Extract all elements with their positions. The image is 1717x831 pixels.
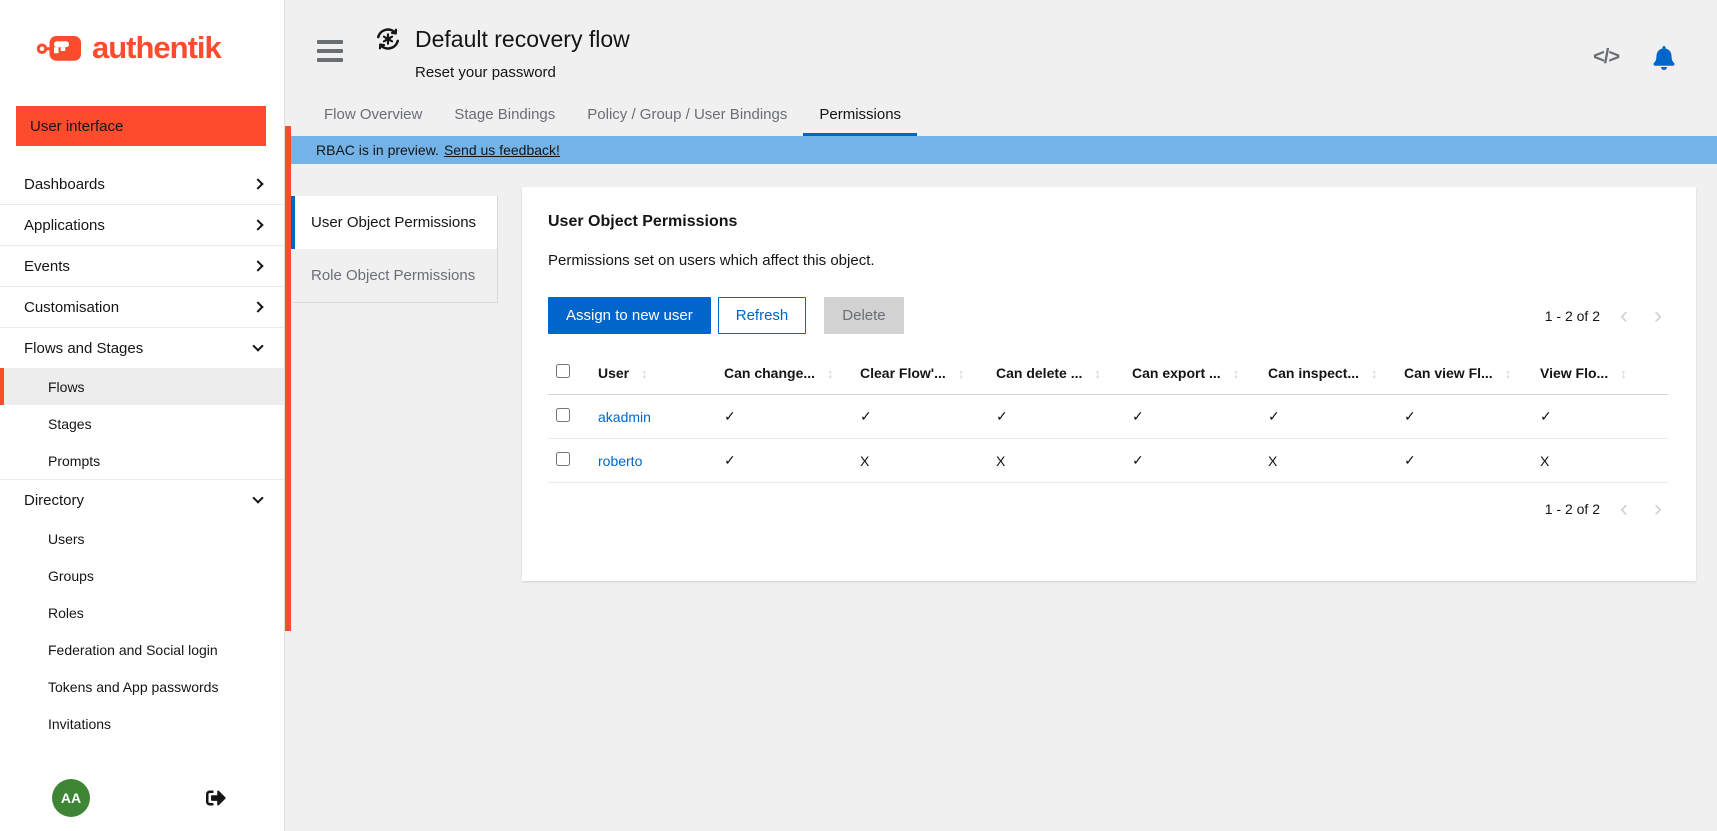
delete-button[interactable]: Delete	[824, 297, 903, 334]
tab-flow-overview[interactable]: Flow Overview	[308, 95, 438, 136]
sidebar-item-groups[interactable]: Groups	[0, 557, 284, 594]
tab-policy-group-user-bindings[interactable]: Policy / Group / User Bindings	[571, 95, 803, 136]
sidebar-footer: AA	[0, 779, 284, 817]
sidebar-item-customisation[interactable]: Customisation	[0, 287, 284, 327]
chevron-right-icon	[252, 301, 263, 312]
perm-cell: X	[852, 439, 988, 483]
api-code-icon[interactable]: </>	[1593, 46, 1619, 69]
toolbar: Assign to new user Refresh Delete 1 - 2 …	[548, 297, 1668, 334]
sidebar-item-events[interactable]: Events	[0, 246, 284, 286]
avatar[interactable]: AA	[52, 779, 90, 817]
main-area: Default recovery flow Reset your passwor…	[291, 0, 1717, 831]
sort-icon[interactable]: ↕	[641, 366, 648, 381]
previous-page-icon[interactable]: ‹	[1614, 502, 1634, 516]
user-link-roberto[interactable]: roberto	[598, 453, 642, 469]
assign-to-new-user-button[interactable]: Assign to new user	[548, 297, 711, 334]
perm-cell: ✓	[1396, 439, 1532, 483]
subtab-role-object-permissions[interactable]: Role Object Permissions	[291, 249, 498, 303]
next-page-icon[interactable]: ›	[1648, 309, 1668, 323]
perm-cell: X	[1532, 439, 1668, 483]
topbar: Default recovery flow Reset your passwor…	[291, 0, 1717, 81]
perm-cell: ✓	[1260, 395, 1396, 439]
perm-cell: ✓	[1124, 439, 1260, 483]
chevron-down-icon	[252, 340, 263, 351]
pagination-top: 1 - 2 of 2 ‹ ›	[1545, 308, 1668, 324]
sort-icon[interactable]: ↕	[958, 366, 965, 381]
perm-cell: X	[988, 439, 1124, 483]
page-subtitle: Reset your password	[415, 64, 630, 81]
table-header-row: User↕ Can change...↕ Clear Flow'...↕ Can…	[548, 352, 1668, 395]
tab-bar: Flow Overview Stage Bindings Policy / Gr…	[291, 95, 1717, 136]
perm-cell: ✓	[716, 395, 852, 439]
user-object-permissions-card: User Object Permissions Permissions set …	[522, 187, 1696, 581]
chevron-right-icon	[252, 178, 263, 189]
sidebar-item-federation[interactable]: Federation and Social login	[0, 631, 284, 668]
logo-wordmark: authentik	[92, 30, 221, 66]
sidebar-item-user-interface[interactable]: User interface	[16, 106, 266, 146]
sidebar-item-stages[interactable]: Stages	[0, 405, 284, 442]
perm-cell: ✓	[716, 439, 852, 483]
table-row: akadmin ✓ ✓ ✓ ✓ ✓ ✓ ✓	[548, 395, 1668, 439]
rbac-preview-banner: RBAC is in preview. Send us feedback!	[291, 136, 1717, 164]
chevron-right-icon	[252, 219, 263, 230]
authentik-logo[interactable]: authentik	[0, 0, 284, 66]
row-checkbox[interactable]	[556, 452, 570, 466]
sort-icon[interactable]: ↕	[1620, 366, 1627, 381]
sidebar-accent-stripe	[285, 126, 291, 631]
banner-text: RBAC is in preview.	[316, 142, 439, 158]
page-title: Default recovery flow	[415, 26, 630, 53]
refresh-button[interactable]: Refresh	[718, 297, 807, 334]
sidebar-nav: Dashboards Applications Events Customisa…	[0, 164, 284, 742]
select-all-checkbox[interactable]	[556, 364, 570, 378]
pagination-range: 1 - 2 of 2	[1545, 501, 1600, 517]
sort-icon[interactable]: ↕	[1371, 366, 1378, 381]
sidebar-item-directory[interactable]: Directory	[0, 480, 284, 520]
sidebar-item-users[interactable]: Users	[0, 520, 284, 557]
perm-cell: ✓	[1124, 395, 1260, 439]
content-area: User Object Permissions Role Object Perm…	[291, 164, 1717, 831]
perm-cell: ✓	[1396, 395, 1532, 439]
sidebar-item-prompts[interactable]: Prompts	[0, 442, 284, 479]
sidebar-item-dashboards[interactable]: Dashboards	[0, 164, 284, 204]
user-link-akadmin[interactable]: akadmin	[598, 409, 651, 425]
sidebar-item-invitations[interactable]: Invitations	[0, 705, 284, 742]
sort-icon[interactable]: ↕	[827, 366, 834, 381]
pagination-bottom: 1 - 2 of 2 ‹ ›	[1545, 501, 1668, 517]
chevron-down-icon	[252, 492, 263, 503]
sidebar-item-applications[interactable]: Applications	[0, 205, 284, 245]
permission-subtabs: User Object Permissions Role Object Perm…	[291, 196, 498, 303]
sidebar: authentik User interface Dashboards Appl…	[0, 0, 285, 831]
row-checkbox[interactable]	[556, 408, 570, 422]
perm-cell: ✓	[1532, 395, 1668, 439]
table-row: roberto ✓ X X ✓ X ✓ X	[548, 439, 1668, 483]
perm-cell: ✓	[988, 395, 1124, 439]
permissions-table: User↕ Can change...↕ Clear Flow'...↕ Can…	[548, 352, 1668, 483]
authentik-key-icon	[36, 32, 84, 64]
hamburger-menu-icon[interactable]	[317, 40, 343, 81]
chevron-right-icon	[252, 260, 263, 271]
sign-out-icon[interactable]	[206, 788, 226, 808]
sort-icon[interactable]: ↕	[1094, 366, 1101, 381]
sidebar-item-flows[interactable]: Flows	[0, 368, 284, 405]
process-flow-icon	[373, 24, 403, 54]
pagination-range: 1 - 2 of 2	[1545, 308, 1600, 324]
tab-stage-bindings[interactable]: Stage Bindings	[438, 95, 571, 136]
sort-icon[interactable]: ↕	[1505, 366, 1512, 381]
notifications-bell-icon[interactable]	[1653, 46, 1675, 70]
sidebar-item-tokens[interactable]: Tokens and App passwords	[0, 668, 284, 705]
previous-page-icon[interactable]: ‹	[1614, 309, 1634, 323]
card-title: User Object Permissions	[548, 213, 1668, 231]
next-page-icon[interactable]: ›	[1648, 502, 1668, 516]
feedback-link[interactable]: Send us feedback!	[444, 142, 560, 158]
sidebar-item-roles[interactable]: Roles	[0, 594, 284, 631]
subtab-user-object-permissions[interactable]: User Object Permissions	[291, 196, 498, 249]
card-description: Permissions set on users which affect th…	[548, 252, 1668, 269]
sort-icon[interactable]: ↕	[1233, 366, 1240, 381]
tab-permissions[interactable]: Permissions	[803, 95, 917, 136]
perm-cell: X	[1260, 439, 1396, 483]
sidebar-item-flows-and-stages[interactable]: Flows and Stages	[0, 328, 284, 368]
perm-cell: ✓	[852, 395, 988, 439]
